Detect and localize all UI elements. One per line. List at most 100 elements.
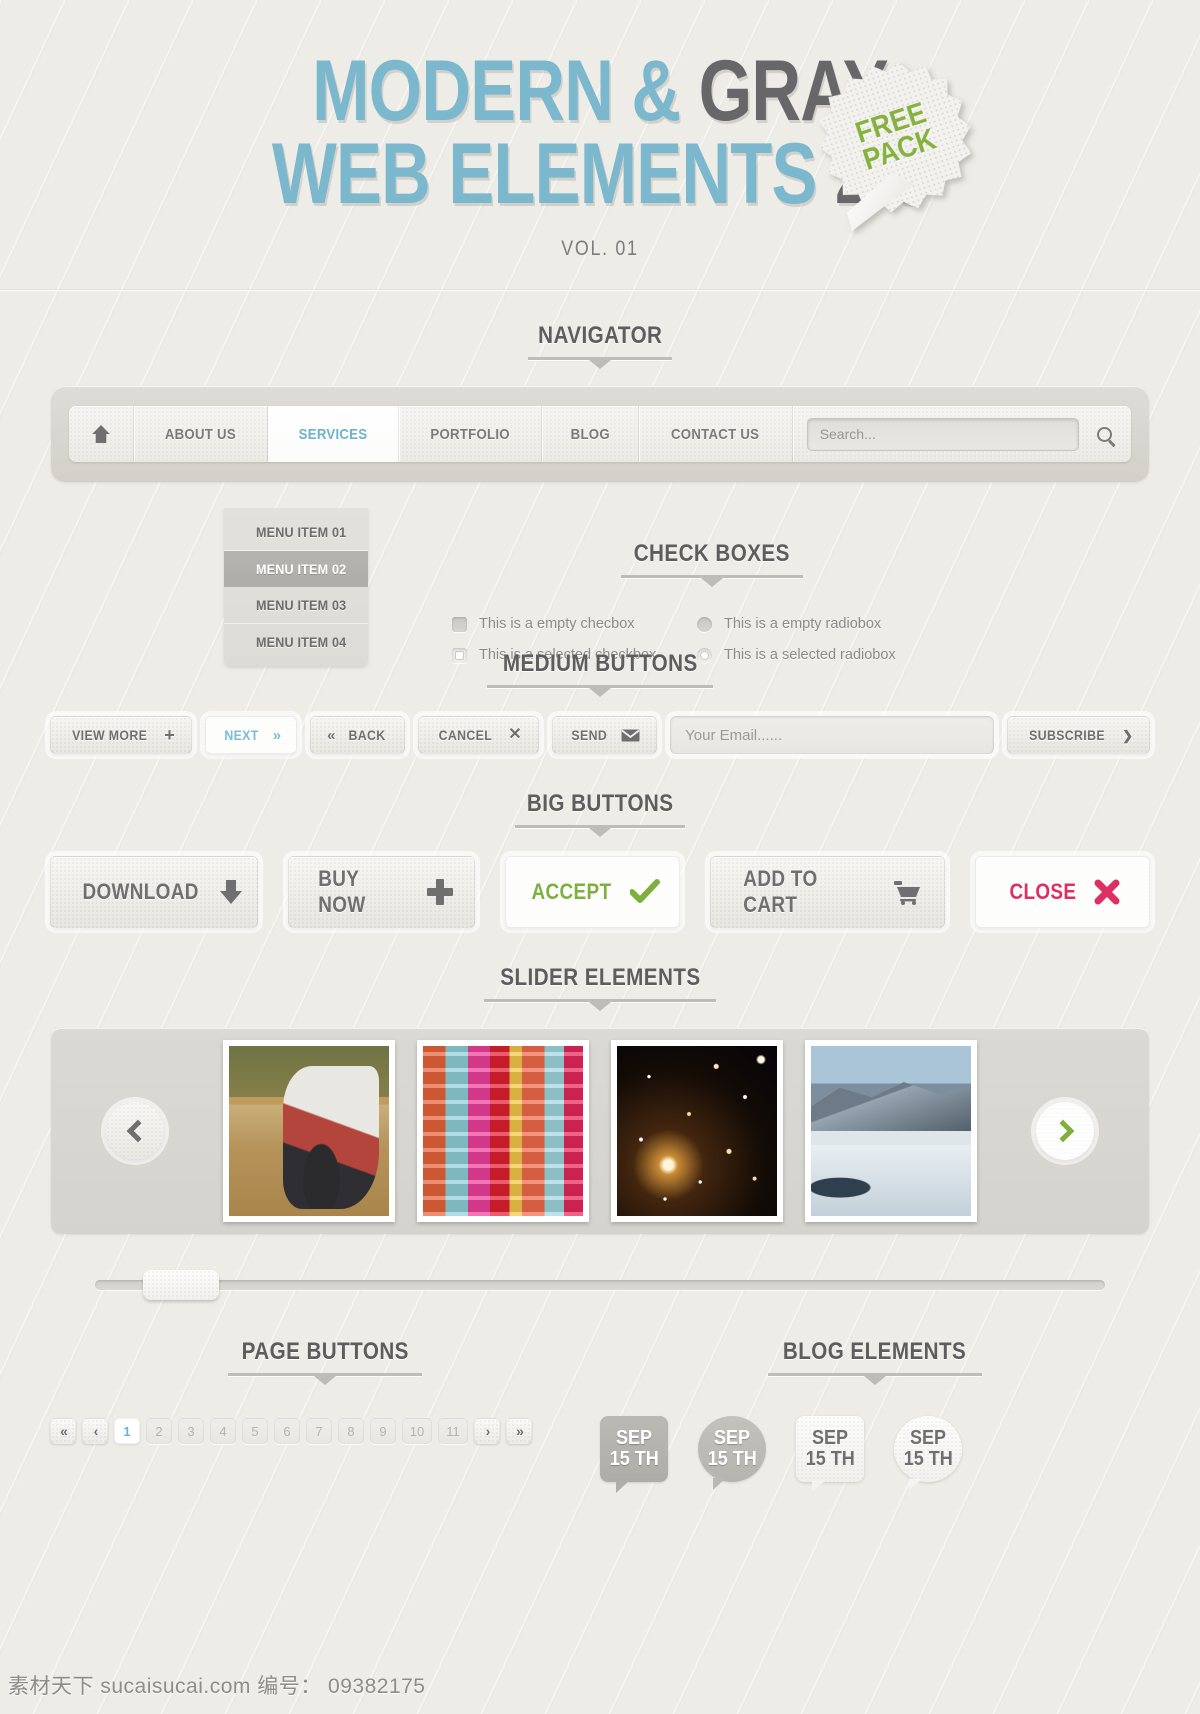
cancel-button[interactable]: CANCEL ✕	[418, 716, 539, 755]
subscribe-button[interactable]: SUBSCRIBE ❯	[1007, 716, 1150, 755]
pagination-page-3[interactable]: 3	[178, 1418, 204, 1445]
slide-image	[423, 1046, 583, 1217]
badge-month: SEP	[811, 1426, 849, 1449]
slide-image	[811, 1046, 971, 1217]
button-label: SUBSCRIBE	[1029, 727, 1105, 744]
checkbox-section: CHECK BOXES This is a empty checbox This…	[452, 540, 972, 663]
dropdown-item-label: MENU ITEM 02	[256, 561, 347, 577]
pagination-page-10[interactable]: 10	[402, 1418, 432, 1445]
section-title-check-boxes: CHECK BOXES	[621, 540, 803, 587]
date-badge-circle-dark[interactable]: SEP 15 TH	[698, 1416, 766, 1491]
add-to-cart-button[interactable]: ADD TO CART	[709, 856, 945, 929]
range-slider-track[interactable]	[95, 1280, 1105, 1291]
checkbox-empty-row[interactable]: This is a empty checbox	[452, 616, 697, 632]
title-part-blue-2: WEB ELEMENTS	[271, 125, 835, 222]
nav-item-portfolio[interactable]: PORTFOLIO	[399, 406, 542, 463]
pagination-prev-button[interactable]: ‹	[82, 1418, 108, 1445]
checkbox-selected-icon[interactable]	[452, 647, 467, 663]
range-slider[interactable]	[95, 1268, 1105, 1301]
badge-day: 15 TH	[903, 1448, 953, 1471]
button-label: BACK	[348, 727, 386, 744]
view-more-button[interactable]: VIEW MORE +	[50, 716, 192, 755]
pagination-page-9[interactable]: 9	[370, 1418, 396, 1445]
date-badge-square-dark[interactable]: SEP 15 TH	[600, 1416, 668, 1494]
pagination-page-7[interactable]: 7	[306, 1418, 332, 1445]
pagination-page-11[interactable]: 11	[438, 1418, 468, 1445]
button-label: NEXT	[224, 727, 259, 744]
nav-item-contact-us[interactable]: CONTACT US	[639, 406, 793, 463]
dropdown-menu: MENU ITEM 01 MENU ITEM 02 MENU ITEM 03 M…	[224, 508, 368, 666]
range-slider-handle[interactable]	[143, 1270, 219, 1301]
chevron-double-right-icon: »	[272, 726, 281, 744]
button-label: CLOSE	[1009, 879, 1076, 905]
search-input[interactable]	[806, 417, 1079, 451]
chevron-double-left-icon: «	[60, 1423, 68, 1440]
close-button[interactable]: CLOSE	[975, 856, 1150, 929]
slide-thumbnail-3[interactable]	[611, 1040, 783, 1223]
close-x-icon	[1093, 878, 1121, 906]
pagination-page-8[interactable]: 8	[338, 1418, 364, 1445]
dropdown-item-04[interactable]: MENU ITEM 04	[224, 624, 368, 660]
nav-item-home[interactable]	[69, 406, 134, 463]
section-title-text: BIG BUTTONS	[526, 790, 674, 818]
radio-label: This is a empty radiobox	[724, 616, 882, 632]
checkmark-icon	[629, 879, 660, 905]
badge-day: 15 TH	[805, 1448, 855, 1471]
badge-month: SEP	[909, 1426, 947, 1449]
download-arrow-icon	[220, 880, 243, 905]
pagination-page-2[interactable]: 2	[146, 1418, 172, 1445]
button-label: ACCEPT	[531, 879, 612, 905]
download-button[interactable]: DOWNLOAD	[50, 856, 259, 929]
nav-search-area	[793, 406, 1131, 462]
next-button[interactable]: NEXT »	[204, 716, 298, 755]
dropdown-item-02[interactable]: MENU ITEM 02	[224, 551, 368, 587]
badge-day: 15 TH	[707, 1448, 757, 1471]
buy-now-button[interactable]: BUY NOW	[288, 856, 475, 929]
pagination-page-4[interactable]: 4	[210, 1418, 236, 1445]
date-badge-square-light[interactable]: SEP 15 TH	[796, 1416, 864, 1493]
title-underline	[768, 1373, 982, 1386]
badge-day: 15 TH	[609, 1448, 659, 1471]
pagination-page-1[interactable]: 1	[114, 1418, 140, 1445]
page-header: MODERN & GRAY WEB ELEMENTS 2.0 VOL. 01 F…	[0, 0, 1200, 291]
pagination-last-button[interactable]: »	[506, 1418, 532, 1445]
section-title-text: SLIDER ELEMENTS	[499, 964, 701, 992]
pagination-page-6[interactable]: 6	[274, 1418, 300, 1445]
back-button[interactable]: « BACK	[310, 716, 406, 755]
button-label: BUY NOW	[318, 866, 366, 918]
radio-selected-row[interactable]: This is a selected radiobox	[697, 647, 942, 663]
chevron-right-icon	[1051, 1119, 1074, 1143]
close-x-icon: ✕	[508, 726, 522, 744]
checkbox-empty-icon[interactable]	[452, 616, 467, 632]
nav-item-about-us[interactable]: ABOUT US	[134, 406, 268, 463]
nav-item-blog[interactable]: BLOG	[542, 406, 640, 463]
email-input[interactable]	[670, 716, 995, 755]
slide-thumbnail-1[interactable]	[223, 1040, 395, 1223]
accept-button[interactable]: ACCEPT	[504, 856, 680, 929]
plus-icon	[426, 879, 453, 906]
dropdown-item-01[interactable]: MENU ITEM 01	[224, 514, 368, 551]
title-underline	[514, 825, 686, 838]
pagination-page-5[interactable]: 5	[242, 1418, 268, 1445]
nav-item-services[interactable]: SERVICES	[267, 406, 399, 463]
slide-thumbnail-2[interactable]	[417, 1040, 589, 1223]
title-underline	[227, 1373, 423, 1386]
slider-prev-button[interactable]	[106, 1102, 164, 1161]
radio-empty-row[interactable]: This is a empty radiobox	[697, 616, 942, 632]
slide-thumbnail-4[interactable]	[805, 1040, 977, 1223]
section-title-text: NAVIGATOR	[537, 322, 663, 350]
date-badge-circle-light[interactable]: SEP 15 TH	[894, 1416, 962, 1491]
search-button[interactable]	[1089, 418, 1119, 451]
radio-selected-icon[interactable]	[697, 647, 712, 663]
slider-next-button[interactable]	[1036, 1102, 1094, 1161]
shopping-cart-icon	[892, 879, 922, 906]
dropdown-item-03[interactable]: MENU ITEM 03	[224, 587, 368, 624]
chevron-right-icon: ›	[485, 1423, 490, 1440]
section-title-blog-elements: BLOG ELEMENTS	[768, 1338, 982, 1386]
radio-empty-icon[interactable]	[697, 616, 712, 632]
section-title-text: CHECK BOXES	[633, 540, 791, 567]
nav-item-label: SERVICES	[298, 425, 368, 443]
send-button[interactable]: SEND	[551, 716, 658, 755]
pagination-next-button[interactable]: ›	[474, 1418, 500, 1445]
pagination-first-button[interactable]: «	[50, 1418, 76, 1445]
